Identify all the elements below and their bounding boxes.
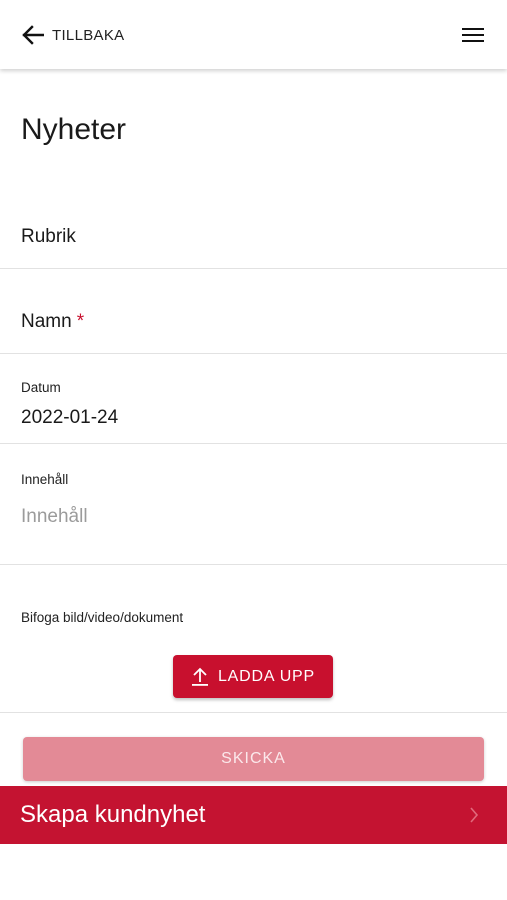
rubrik-field[interactable]: Rubrik [0, 200, 507, 269]
submit-button[interactable]: SKICKA [23, 737, 484, 781]
attachment-section: Bifoga bild/video/dokument LADDA UPP [0, 565, 507, 713]
namn-label-wrap: Namn * [21, 311, 84, 333]
hamburger-menu-icon [461, 28, 485, 50]
menu-button[interactable] [461, 24, 485, 46]
page-title: Nyheter [21, 113, 127, 146]
rubrik-label: Rubrik [21, 226, 76, 247]
innehall-field[interactable]: Innehåll Innehåll [0, 444, 507, 565]
attachment-label: Bifoga bild/video/dokument [21, 610, 184, 625]
create-customer-news-bar[interactable]: Skapa kundnyhet [0, 786, 507, 844]
upload-icon [191, 667, 218, 687]
innehall-placeholder: Innehåll [21, 506, 88, 527]
chevron-right-icon [469, 806, 479, 829]
namn-field[interactable]: Namn * [0, 269, 507, 354]
upload-label: LADDA UPP [217, 667, 315, 685]
datum-value: 2022-01-24 [21, 407, 119, 428]
datum-field[interactable]: Datum 2022-01-24 [0, 354, 507, 444]
arrow-left-icon [22, 25, 44, 45]
innehall-label: Innehåll [21, 472, 69, 487]
namn-label: Namn [21, 311, 72, 332]
back-button[interactable]: TILLBAKA [22, 22, 124, 48]
create-customer-news-label: Skapa kundnyhet [20, 801, 206, 828]
app-bar: TILLBAKA [0, 0, 507, 69]
datum-label: Datum [21, 380, 61, 395]
required-indicator: * [76, 311, 85, 332]
submit-label: SKICKA [221, 750, 286, 767]
upload-button[interactable]: LADDA UPP [173, 655, 333, 698]
back-label: TILLBAKA [52, 26, 125, 44]
